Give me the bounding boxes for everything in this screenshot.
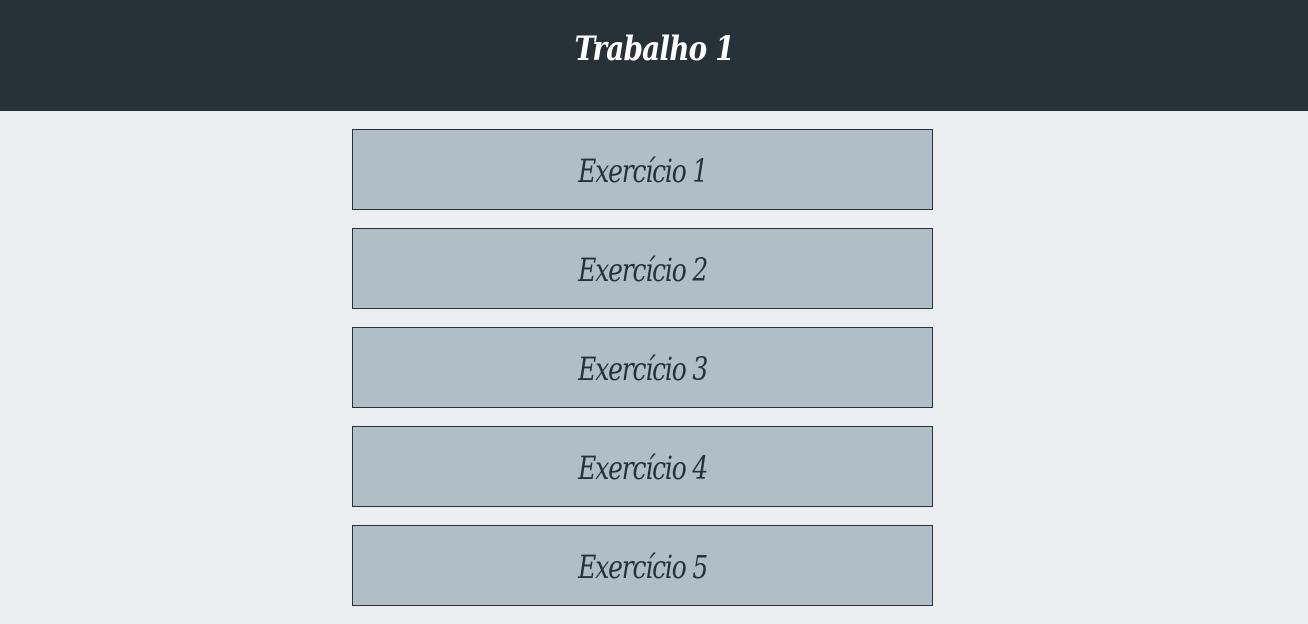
exercise-label: Exercício 5 (578, 547, 708, 586)
exercise-label: Exercício 3 (578, 349, 708, 388)
exercise-list: Exercício 1 Exercício 2 Exercício 3 Exer… (352, 129, 933, 624)
exercise-button-2[interactable]: Exercício 2 (352, 228, 933, 309)
exercise-label: Exercício 2 (578, 250, 708, 289)
exercise-button-3[interactable]: Exercício 3 (352, 327, 933, 408)
exercise-label: Exercício 4 (578, 448, 708, 487)
page-header: Trabalho 1 (0, 0, 1308, 111)
exercise-button-5[interactable]: Exercício 5 (352, 525, 933, 606)
exercise-label: Exercício 1 (578, 151, 708, 190)
page-title: Trabalho 1 (574, 28, 734, 69)
exercise-button-1[interactable]: Exercício 1 (352, 129, 933, 210)
exercise-button-4[interactable]: Exercício 4 (352, 426, 933, 507)
